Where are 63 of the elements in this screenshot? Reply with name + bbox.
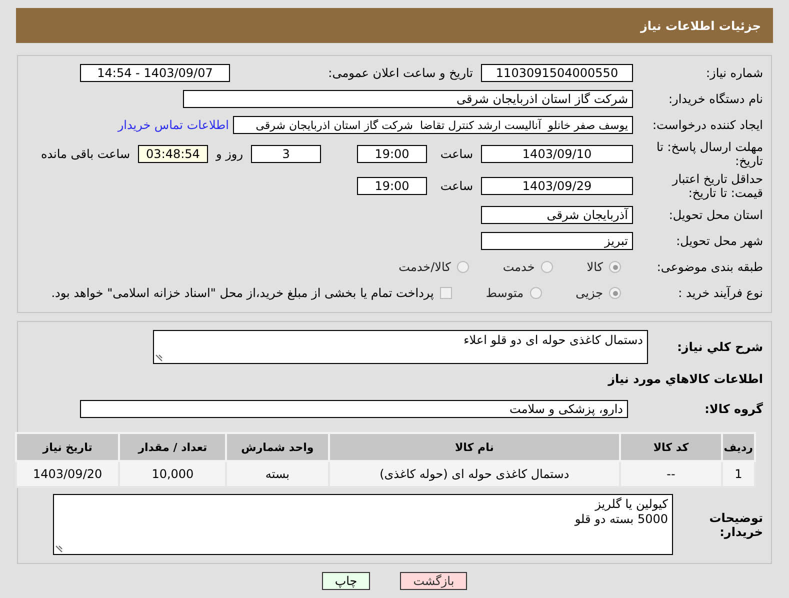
column-header: تعداد / مقدار xyxy=(119,433,226,461)
requester-field: یوسف صفر خانلو آنالیست ارشد کنترل تقاضا شرکت گاز استان اذربایجان شرقی xyxy=(233,116,633,134)
need-number-field: 1103091504000550 xyxy=(481,64,633,82)
field-label: ساعت xyxy=(439,147,474,161)
column-header: نام کالا xyxy=(328,433,620,461)
field-label: شماره نیاز: xyxy=(705,66,764,80)
field-label: تاریخ و ساعت اعلان عمومی: xyxy=(327,66,474,80)
validity-time-field: 19:00 xyxy=(357,177,427,195)
table-cell: 1403/09/20 xyxy=(16,461,120,487)
remaining-time-field: 03:48:54 xyxy=(138,145,208,163)
reply-time-field: 19:00 xyxy=(357,145,427,163)
field-label: نام دستگاه خریدار: xyxy=(668,92,764,106)
field-label: نوع فرآیند خرید : xyxy=(677,286,764,300)
option-label: کالا xyxy=(586,260,603,274)
goods-group-field: دارو، پزشکی و سلامت xyxy=(80,400,628,418)
radio-button[interactable] xyxy=(456,261,469,273)
field-label: ساعت باقی مانده xyxy=(40,147,131,161)
column-header: ردیف xyxy=(722,433,755,461)
table-cell: دستمال کاغذی حوله ای (حوله کاغذی) xyxy=(328,461,620,487)
field-label: گروه کالا: xyxy=(704,402,764,416)
field-label: مهلت ارسال پاسخ: تا تاریخ: xyxy=(655,140,764,168)
resize-grip-icon[interactable] xyxy=(55,545,63,553)
buyer-contact-link[interactable]: اطلاعات تماس خریدار xyxy=(118,118,233,132)
table-cell: -- xyxy=(620,461,722,487)
radio-button[interactable] xyxy=(540,261,553,273)
section-title: اطلاعات کالاهاي مورد نياز xyxy=(608,372,764,386)
announce-date-field: 1403/09/07 - 14:54 xyxy=(80,64,230,82)
option-label: متوسط xyxy=(486,286,524,300)
checkbox[interactable] xyxy=(440,287,452,299)
table-cell: 1 xyxy=(722,461,755,487)
back-button[interactable]: بازگشت xyxy=(400,572,468,590)
province-field: آذربایجان شرقی xyxy=(481,206,633,224)
field-label: شهر محل تحویل: xyxy=(675,234,764,248)
radio-button[interactable] xyxy=(609,261,621,273)
field-label: توضیحات خریدار: xyxy=(708,510,764,538)
option-label: جزیی xyxy=(576,286,603,300)
city-field: تبریز xyxy=(481,232,633,250)
field-label: شرح کلي نياز: xyxy=(676,340,764,354)
validity-date-field: 1403/09/29 xyxy=(481,177,633,195)
radio-button[interactable] xyxy=(609,287,621,299)
column-header: کد کالا xyxy=(620,433,722,461)
payment-label: پرداخت تمام یا بخشی از مبلغ خرید،از محل "اسناد خزانه اسلامی" خواهد بود. xyxy=(51,286,434,300)
description-field[interactable]: دستمال کاغذی حوله ای دو قلو اعلاء xyxy=(153,330,648,364)
field-label: طبقه بندی موضوعی: xyxy=(656,260,764,274)
field-label: حداقل تاریخ اعتبار قیمت: تا تاریخ: xyxy=(670,172,764,200)
option-label: کالا/خدمت xyxy=(398,260,451,274)
field-label: استان محل تحویل: xyxy=(668,208,764,222)
field-label: ساعت xyxy=(439,179,474,193)
column-header: واحد شمارش xyxy=(226,433,329,461)
option-label: خدمت xyxy=(502,260,535,274)
radio-button[interactable] xyxy=(530,287,542,299)
days-field: 3 xyxy=(251,145,321,163)
print-button[interactable]: چاپ xyxy=(322,572,370,590)
field-label: روز و xyxy=(214,147,244,161)
buyer-field: شرکت گاز استان اذربایجان شرقی xyxy=(183,90,633,108)
reply-date-field: 1403/09/10 xyxy=(481,145,633,163)
field-label: ایجاد کننده درخواست: xyxy=(651,118,764,132)
page-header: جزئیات اطلاعات نیاز xyxy=(16,8,773,43)
column-header: تاریخ نیاز xyxy=(16,433,120,461)
buyer-notes-field[interactable]: کیولین یا گلریز 5000 بسته دو قلو xyxy=(53,494,673,555)
table-cell: بسته xyxy=(226,461,329,487)
resize-grip-icon[interactable] xyxy=(155,354,163,362)
table-cell: 10,000 xyxy=(119,461,226,487)
